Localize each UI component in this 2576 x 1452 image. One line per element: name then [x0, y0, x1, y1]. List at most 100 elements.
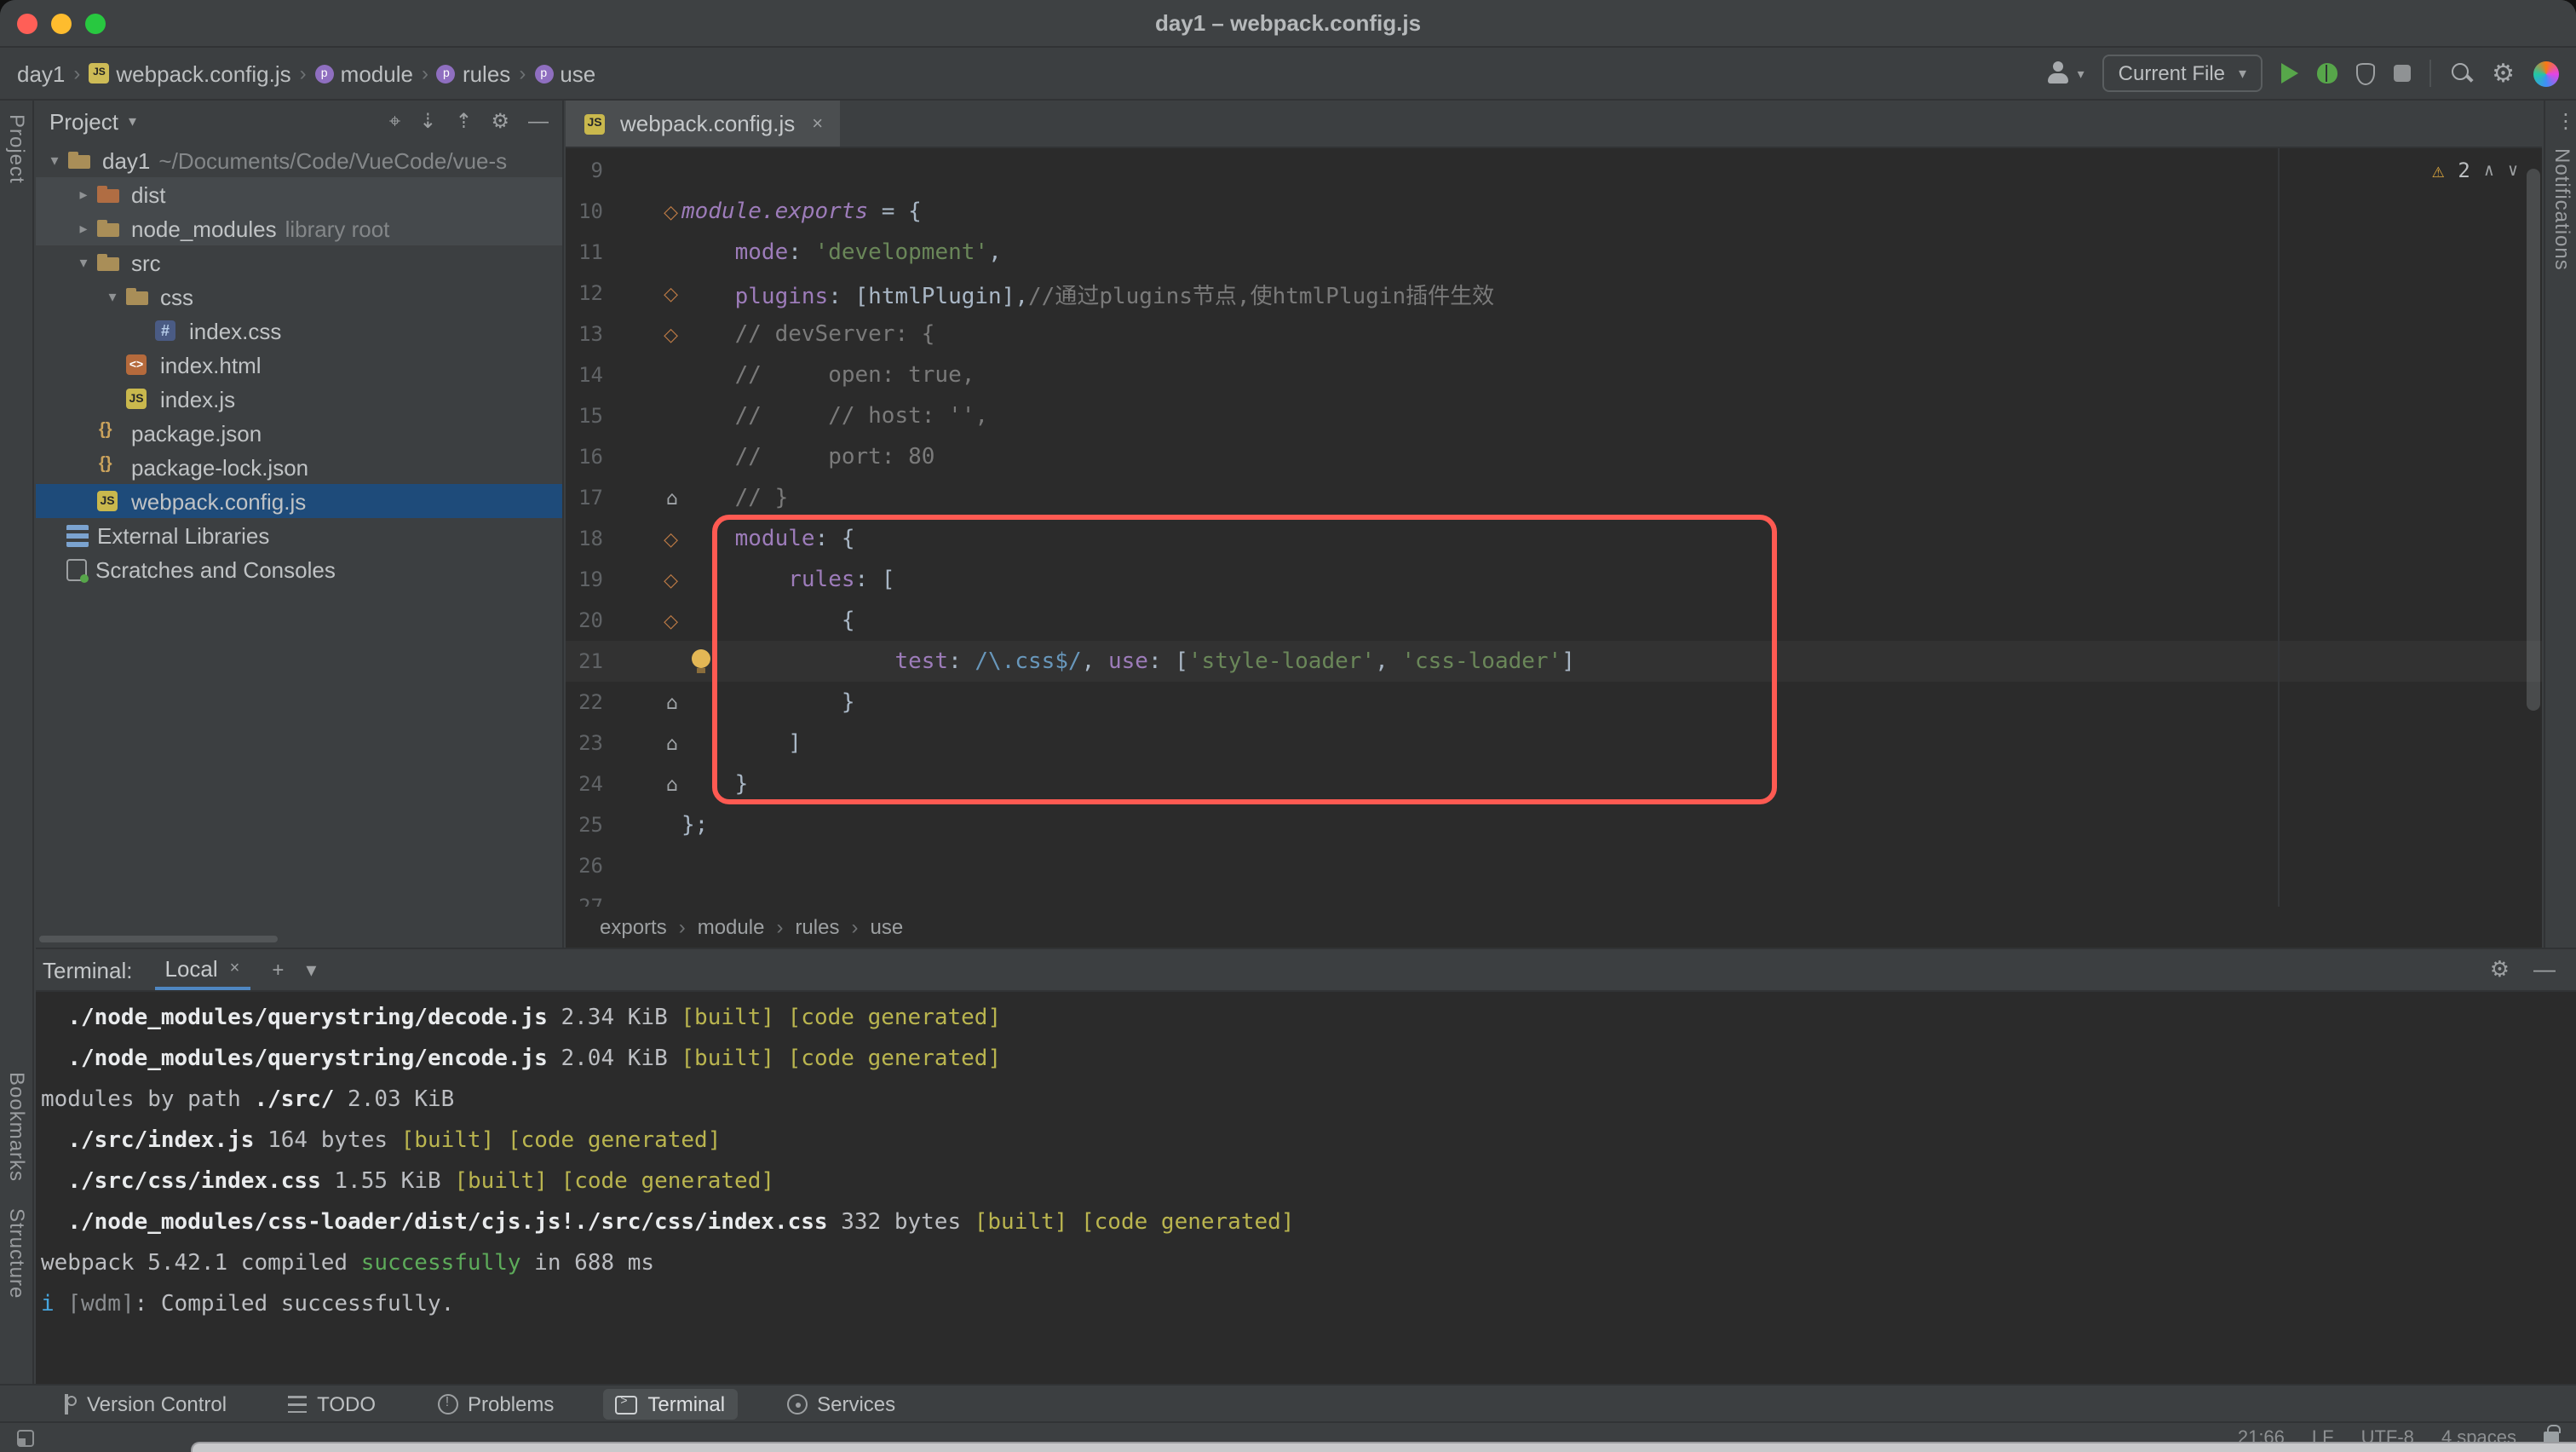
gutter-diamond-icon[interactable]: ◇: [603, 200, 681, 222]
gutter-diamond-icon[interactable]: ◇: [603, 282, 681, 304]
tool-window-switcher-icon[interactable]: [17, 1429, 34, 1446]
line-number[interactable]: 12: [566, 281, 603, 305]
nav-crumb-use[interactable]: puse: [534, 60, 595, 86]
terminal-tab-local[interactable]: Local ×: [155, 950, 250, 989]
locate-file-icon[interactable]: ⌖: [389, 109, 401, 135]
line-number[interactable]: 17: [566, 486, 603, 510]
code-line-23[interactable]: 23⌂ ]: [566, 723, 2542, 763]
run-icon[interactable]: [2280, 63, 2297, 84]
chevron-down-icon[interactable]: ▾: [129, 112, 136, 131]
debug-icon[interactable]: [2316, 63, 2337, 84]
gradient-plugin-icon[interactable]: [2533, 60, 2559, 86]
hide-panel-icon[interactable]: —: [528, 109, 549, 135]
line-number[interactable]: 19: [566, 568, 603, 591]
terminal-settings-gear-icon[interactable]: ⚙: [2490, 956, 2510, 983]
toolwindow-button-terminal[interactable]: Terminal: [603, 1388, 737, 1419]
next-warning-icon[interactable]: ∨: [2508, 161, 2518, 180]
chevron-down-icon[interactable]: ▾: [43, 151, 66, 170]
tree-item-package-lock-json[interactable]: package-lock.json: [36, 450, 562, 484]
tree-item-webpack-config-js[interactable]: webpack.config.js: [36, 484, 562, 518]
code-line-27[interactable]: 27: [566, 886, 2542, 907]
collapse-all-icon[interactable]: ⇡: [455, 109, 472, 135]
editor-crumb-module[interactable]: module: [698, 915, 765, 939]
minimize-window-icon[interactable]: [51, 14, 72, 34]
zoom-window-icon[interactable]: [85, 14, 106, 34]
code-line-13[interactable]: 13◇ // devServer: {: [566, 314, 2542, 354]
nav-crumb-rules[interactable]: prules: [437, 60, 510, 86]
editor-crumb-rules[interactable]: rules: [795, 915, 839, 939]
toolwindow-button-services[interactable]: Services: [774, 1388, 907, 1419]
line-number[interactable]: 24: [566, 772, 603, 796]
tree-item-external-libraries[interactable]: External Libraries: [36, 518, 562, 552]
code-line-17[interactable]: 17⌂ // }: [566, 477, 2542, 518]
intention-bulb-icon[interactable]: [692, 649, 710, 668]
stripe-structure-label[interactable]: Structure: [5, 1208, 29, 1299]
close-tab-icon[interactable]: ×: [812, 113, 823, 134]
stripe-notifications-label[interactable]: Notifications: [2550, 148, 2574, 271]
toolwindow-button-problems[interactable]: Problems: [425, 1388, 566, 1419]
line-number[interactable]: 21: [566, 649, 603, 673]
nav-crumb-module[interactable]: pmodule: [315, 60, 413, 86]
code-line-25[interactable]: 25};: [566, 804, 2542, 845]
line-number[interactable]: 13: [566, 322, 603, 346]
prev-warning-icon[interactable]: ∧: [2484, 161, 2494, 180]
code-line-11[interactable]: 11 mode: 'development',: [566, 232, 2542, 273]
terminal-dropdown-icon[interactable]: ▾: [306, 958, 316, 982]
code-line-21[interactable]: 21 test: /\.css$/, use: ['style-loader',…: [566, 641, 2542, 682]
panel-settings-gear-icon[interactable]: ⚙: [491, 109, 509, 135]
tree-item-day1[interactable]: ▾day1~/Documents/Code/VueCode/vue-s: [36, 143, 562, 177]
line-number[interactable]: 25: [566, 813, 603, 837]
tree-item-dist[interactable]: ▸dist: [36, 177, 562, 211]
nav-crumb-webpack-config-js[interactable]: JSwebpack.config.js: [89, 60, 290, 86]
code-text[interactable]: }: [681, 689, 2542, 715]
terminal-output[interactable]: ./node_modules/querystring/decode.js 2.3…: [36, 992, 2576, 1324]
editor-scrollbar[interactable]: [2527, 169, 2540, 711]
kebab-menu-icon[interactable]: ⋮: [2556, 109, 2576, 133]
coverage-icon[interactable]: [2355, 62, 2374, 84]
code-text[interactable]: // // host: '',: [681, 403, 2542, 429]
tree-item-src[interactable]: ▾src: [36, 245, 562, 279]
code-line-24[interactable]: 24⌂ }: [566, 763, 2542, 804]
code-text[interactable]: }: [681, 771, 2542, 797]
stripe-project-label[interactable]: Project: [5, 114, 29, 184]
code-line-22[interactable]: 22⌂ }: [566, 682, 2542, 723]
code-line-20[interactable]: 20◇ {: [566, 600, 2542, 641]
code-line-16[interactable]: 16 // port: 80: [566, 436, 2542, 477]
gutter-diamond-icon[interactable]: ◇: [603, 527, 681, 550]
settings-gear-icon[interactable]: ⚙: [2492, 60, 2515, 86]
hide-terminal-icon[interactable]: —: [2533, 956, 2556, 983]
chevron-down-icon[interactable]: ▾: [72, 253, 95, 272]
line-number[interactable]: 23: [566, 731, 603, 755]
toolwindow-button-todo[interactable]: TODO: [276, 1388, 388, 1419]
inspection-widget[interactable]: ⚠ 2 ∧ ∨: [2432, 158, 2518, 182]
code-area[interactable]: 910◇module.exports = {11 mode: 'developm…: [566, 148, 2542, 907]
tree-item-index-js[interactable]: index.js: [36, 382, 562, 416]
line-number[interactable]: 11: [566, 240, 603, 264]
stripe-bookmarks-label[interactable]: Bookmarks: [5, 1072, 29, 1182]
user-icon[interactable]: [2047, 61, 2071, 85]
code-line-10[interactable]: 10◇module.exports = {: [566, 191, 2542, 232]
code-line-15[interactable]: 15 // // host: '',: [566, 395, 2542, 436]
code-text[interactable]: test: /\.css$/, use: ['style-loader', 'c…: [681, 648, 2542, 674]
expand-all-icon[interactable]: ⇣: [419, 109, 436, 135]
code-text[interactable]: module.exports = {: [681, 199, 2542, 224]
gutter-pentagon-icon[interactable]: ⌂: [603, 773, 681, 795]
gutter-diamond-icon[interactable]: ◇: [603, 568, 681, 591]
code-text[interactable]: mode: 'development',: [681, 239, 2542, 265]
code-line-18[interactable]: 18◇ module: {: [566, 518, 2542, 559]
line-number[interactable]: 22: [566, 690, 603, 714]
toolwindow-button-version-control[interactable]: Version Control: [44, 1388, 239, 1419]
run-config-selector[interactable]: Current File ▾: [2103, 55, 2262, 92]
chevron-right-icon[interactable]: ▸: [72, 185, 95, 204]
code-text[interactable]: plugins: [htmlPlugin],//通过plugins节点,使htm…: [681, 277, 2542, 309]
gutter-diamond-icon[interactable]: ◇: [603, 323, 681, 345]
line-number[interactable]: 20: [566, 608, 603, 632]
chevron-right-icon[interactable]: ▸: [72, 219, 95, 238]
gutter-diamond-icon[interactable]: ◇: [603, 609, 681, 631]
code-line-14[interactable]: 14 // open: true,: [566, 354, 2542, 395]
line-number[interactable]: 14: [566, 363, 603, 387]
gutter-pentagon-icon[interactable]: ⌂: [603, 691, 681, 713]
line-number[interactable]: 26: [566, 854, 603, 878]
code-text[interactable]: // port: 80: [681, 444, 2542, 470]
user-dropdown-caret-icon[interactable]: ▾: [2078, 66, 2084, 81]
